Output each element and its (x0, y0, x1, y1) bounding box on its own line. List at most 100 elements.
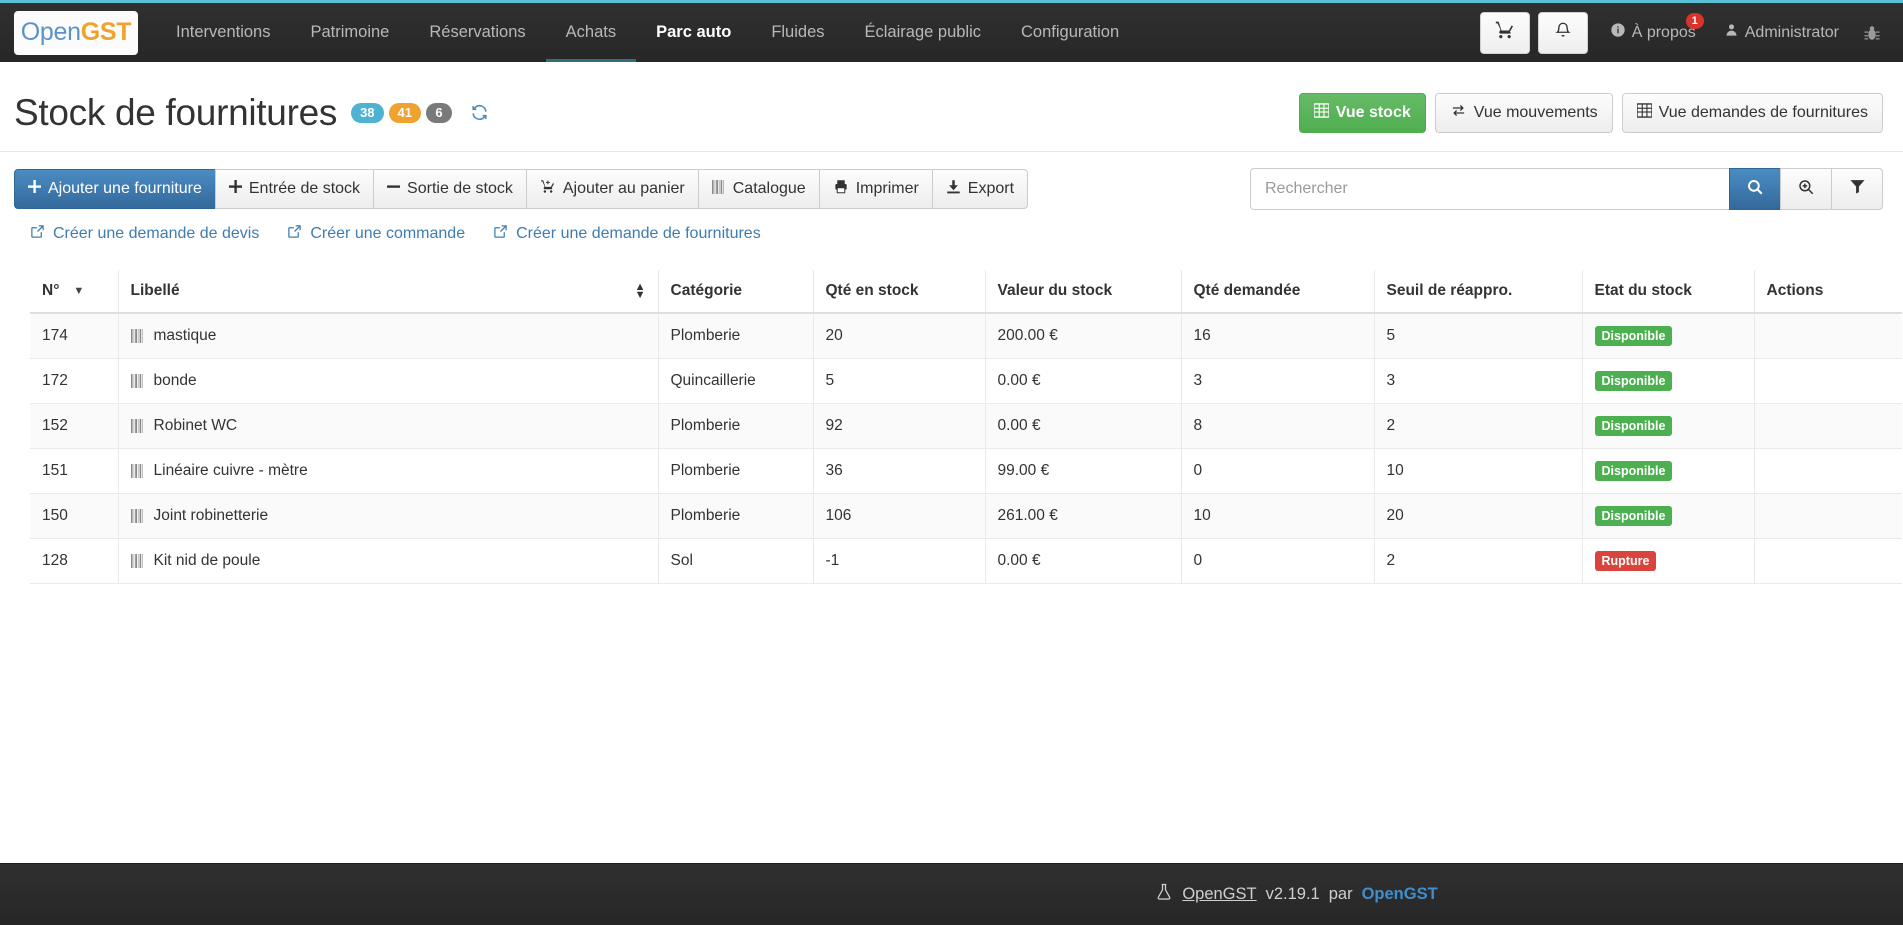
nav-item-patrimoine[interactable]: Patrimoine (290, 3, 409, 62)
user-menu[interactable]: Administrator (1710, 3, 1853, 62)
add-fourniture-button[interactable]: Ajouter une fourniture (14, 169, 216, 209)
libelle-text: Linéaire cuivre - mètre (153, 462, 308, 479)
table-row[interactable]: 152 Robinet WC Plomberie 92 0.00 €8 2 Disponib… (30, 403, 1902, 449)
search-button[interactable] (1729, 168, 1781, 210)
col-actions: Actions (1754, 270, 1902, 314)
add-to-cart-label: Ajouter au panier (562, 180, 685, 197)
table-row[interactable]: 128 Kit nid de poule Sol -1 0.00 €0 2 Rupture (30, 538, 1902, 584)
bug-report-button[interactable] (1853, 23, 1889, 43)
print-button[interactable]: Imprimer (818, 169, 933, 209)
cell-actions[interactable] (1754, 358, 1902, 404)
page-footer: OpenGST v2.19.1 par OpenGST (0, 863, 1903, 925)
refresh-icon[interactable] (470, 103, 489, 122)
sort-desc-icon: ▼ (73, 285, 85, 297)
nav-item-eclairage-public[interactable]: Éclairage public (845, 3, 1001, 62)
table-row[interactable]: 172 bonde Quincaillerie 5 0.00 €3 3 Disponible (30, 358, 1902, 404)
cell-actions[interactable] (1754, 448, 1902, 494)
nav-item-reservations[interactable]: Réservations (409, 3, 545, 62)
search-icon (1746, 178, 1764, 201)
sortie-stock-button[interactable]: Sortie de stock (373, 169, 527, 209)
cart-button[interactable] (1479, 11, 1530, 54)
link-label: Créer une demande de fournitures (516, 225, 761, 242)
col-qte-stock[interactable]: Qté en stock (813, 270, 986, 314)
nav-item-fluides[interactable]: Fluides (751, 3, 844, 62)
status-badge: Disponible (1594, 506, 1673, 526)
cell-libelle[interactable]: Joint robinetterie (118, 493, 659, 539)
cell-libelle[interactable]: Kit nid de poule (118, 538, 659, 584)
link-creer-commande[interactable]: Créer une commande (287, 224, 465, 244)
col-seuil-label: Seuil de réappro. (1386, 282, 1513, 299)
search-input[interactable] (1250, 168, 1730, 210)
view-stock-button[interactable]: Vue stock (1298, 92, 1426, 133)
cell-seuil: 5 (1374, 313, 1583, 359)
footer-app-name[interactable]: OpenGST (1182, 885, 1256, 904)
catalogue-label: Catalogue (732, 180, 806, 197)
nav-item-parc-auto[interactable]: Parc auto (636, 3, 751, 62)
badge-warning[interactable]: 41 (388, 102, 421, 123)
col-etat-label: Etat du stock (1594, 282, 1692, 299)
table-head: N° ▼ Libellé ▲ ▼ Catégorie Qté en stock V… (30, 270, 1902, 314)
catalogue-button[interactable]: Catalogue (697, 169, 820, 209)
search-area (1250, 168, 1883, 210)
navbar-right: À propos 1 Administrator (1479, 3, 1889, 62)
cell-etat: Disponible (1582, 313, 1755, 359)
badge-total[interactable]: 38 (351, 102, 384, 123)
cell-actions[interactable] (1754, 403, 1902, 449)
barcode-icon (711, 179, 726, 199)
col-valeur[interactable]: Valeur du stock (985, 270, 1182, 314)
view-mouvements-button[interactable]: Vue mouvements (1434, 92, 1613, 133)
cell-libelle[interactable]: Linéaire cuivre - mètre (118, 448, 659, 494)
entree-stock-button[interactable]: Entrée de stock (214, 169, 375, 209)
col-libelle-label: Libellé (130, 282, 180, 299)
table-row[interactable]: 151 Linéaire cuivre - mètre Plomberie 36 99.… (30, 448, 1902, 494)
nav-item-interventions[interactable]: Interventions (156, 3, 290, 62)
action-button-group: Ajouter une fourniture Entrée de stock S… (14, 169, 1029, 209)
cell-num: 150 (30, 493, 119, 539)
cell-qte-stock: 20 (813, 313, 986, 359)
nav-items: Interventions Patrimoine Réservations Ac… (156, 3, 1139, 62)
cell-libelle[interactable]: Robinet WC (118, 403, 659, 449)
col-num[interactable]: N° ▼ (30, 270, 119, 314)
table-row[interactable]: 150 Joint robinetterie Plomberie 106 261.00 … (30, 493, 1902, 539)
flask-icon (1155, 882, 1173, 907)
footer-vendor[interactable]: OpenGST (1362, 885, 1438, 904)
link-creer-demande-devis[interactable]: Créer une demande de devis (30, 224, 259, 244)
badge-other[interactable]: 6 (426, 102, 452, 123)
filter-button[interactable] (1831, 168, 1883, 210)
col-libelle[interactable]: Libellé ▲ ▼ (118, 270, 659, 314)
advanced-search-button[interactable] (1780, 168, 1832, 210)
cell-num: 128 (30, 538, 119, 584)
col-seuil[interactable]: Seuil de réappro. (1374, 270, 1583, 314)
stock-table-container: N° ▼ Libellé ▲ ▼ Catégorie Qté en stock V… (0, 244, 1903, 584)
grid-icon (1313, 102, 1330, 123)
cell-categorie: Quincaillerie (658, 358, 814, 404)
col-etat[interactable]: Etat du stock (1582, 270, 1755, 314)
col-qte-demandee[interactable]: Qté demandée (1181, 270, 1375, 314)
cell-seuil: 20 (1374, 493, 1583, 539)
quick-links: Créer une demande de devis Créer une com… (0, 210, 1903, 244)
cell-num: 172 (30, 358, 119, 404)
cell-libelle[interactable]: mastique (118, 313, 659, 359)
add-to-cart-button[interactable]: Ajouter au panier (525, 169, 699, 209)
cell-actions[interactable] (1754, 313, 1902, 359)
cell-qte-stock: 106 (813, 493, 986, 539)
col-qte-stock-label: Qté en stock (825, 282, 919, 299)
status-badge: Disponible (1594, 326, 1673, 346)
cell-actions[interactable] (1754, 493, 1902, 539)
brand-logo[interactable]: Open GST (14, 10, 138, 55)
export-button[interactable]: Export (931, 169, 1029, 209)
table-row[interactable]: 174 mastique Plomberie 20 200.00 €16 5 Disponi… (30, 313, 1902, 359)
external-link-icon (30, 224, 45, 244)
download-icon (946, 179, 961, 199)
about-link[interactable]: À propos 1 (1596, 3, 1710, 62)
notifications-button[interactable] (1537, 11, 1588, 54)
nav-item-achats[interactable]: Achats (545, 3, 637, 62)
cell-libelle[interactable]: bonde (118, 358, 659, 404)
cell-actions[interactable] (1754, 538, 1902, 584)
link-creer-demande-fournitures[interactable]: Créer une demande de fournitures (493, 224, 761, 244)
col-categorie[interactable]: Catégorie (658, 270, 814, 314)
nav-item-configuration[interactable]: Configuration (1001, 3, 1139, 62)
cell-qte-stock: 36 (813, 448, 986, 494)
view-demandes-button[interactable]: Vue demandes de fournitures (1621, 92, 1883, 133)
info-icon (1610, 22, 1626, 43)
